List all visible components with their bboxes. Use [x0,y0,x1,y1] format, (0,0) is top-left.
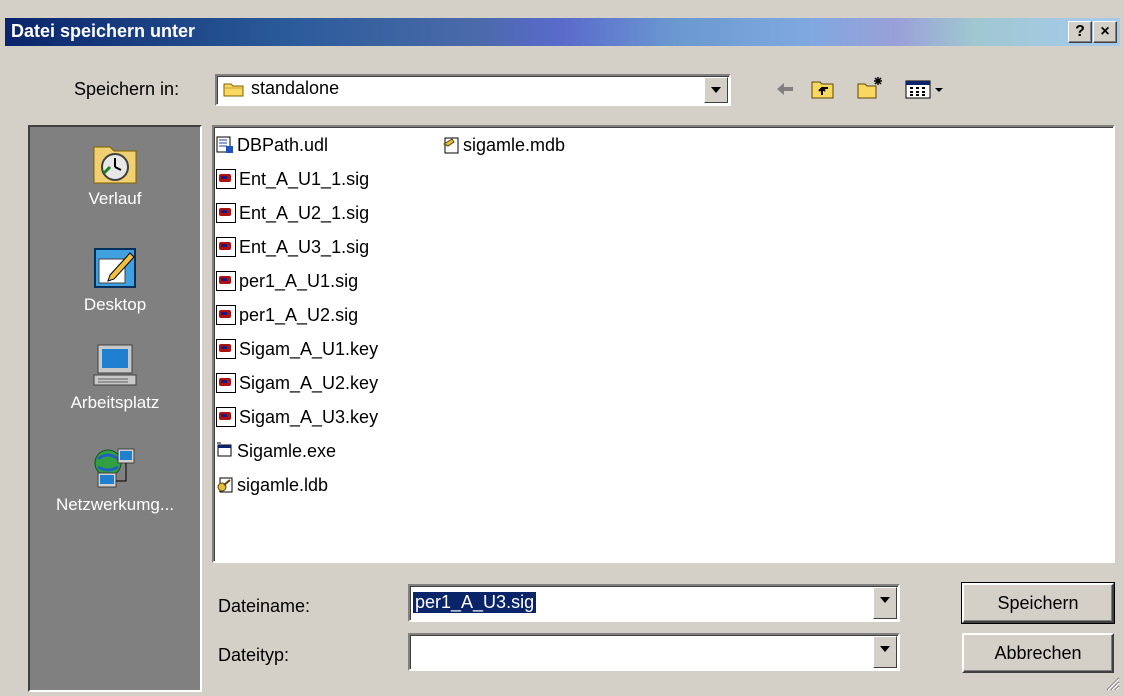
places-bar: Verlauf Desktop Arbeitsplatz Netzwerkumg… [28,125,202,692]
filetype-combo[interactable] [408,633,900,671]
list-item[interactable]: Ent_A_U2_1.sig [216,199,369,227]
mdb-file-icon [442,136,460,154]
place-label: Arbeitsplatz [70,393,160,412]
title-bar[interactable]: Datei speichern unter ? × [5,18,1120,46]
up-folder-icon[interactable] [810,78,836,100]
place-label: Netzwerkumg... [55,495,175,514]
file-name: sigamle.mdb [463,134,566,155]
sig-file-icon [216,373,236,393]
file-list[interactable]: DBPath.udl Ent_A_U1_1.sig Ent_A_U2_1.sig… [212,125,1115,563]
place-network[interactable]: Netzwerkumg... [30,445,200,515]
my-computer-icon [90,343,140,389]
sig-file-icon [216,339,236,359]
new-folder-icon[interactable] [856,76,884,100]
file-name: Sigamle.exe [237,440,337,461]
network-icon [90,445,140,491]
sig-file-icon [216,203,236,223]
file-name: DBPath.udl [237,134,329,155]
history-icon [90,139,140,185]
list-item[interactable]: Ent_A_U3_1.sig [216,233,369,261]
sig-file-icon [216,305,236,325]
cancel-button-label: Abbrechen [994,642,1082,663]
save-button[interactable]: Speichern [961,582,1115,624]
save-in-dropdown-button[interactable] [704,77,728,103]
place-history[interactable]: Verlauf [30,139,200,209]
list-item[interactable]: sigamle.mdb [442,131,565,159]
place-label: Desktop [83,295,147,314]
filename-label: Dateiname: [218,596,311,616]
filetype-label: Dateityp: [218,645,290,665]
list-item[interactable]: per1_A_U1.sig [216,267,358,295]
back-arrow-icon[interactable] [774,80,796,98]
file-name: sigamle.ldb [237,474,329,495]
file-name: Ent_A_U3_1.sig [239,236,370,257]
place-desktop[interactable]: Desktop [30,245,200,315]
list-item[interactable]: Sigam_A_U2.key [216,369,378,397]
sig-file-icon [216,169,236,189]
list-item[interactable]: sigamle.ldb [216,471,328,499]
resize-grip-icon[interactable] [1104,675,1120,691]
help-button[interactable]: ? [1068,21,1092,43]
file-name: Sigam_A_U2.key [239,372,379,393]
filename-dropdown-button[interactable] [873,587,897,619]
file-name: per1_A_U2.sig [239,304,359,325]
exe-file-icon [216,442,234,460]
ldb-file-icon [216,476,234,494]
desktop-icon [90,245,140,291]
sig-file-icon [216,237,236,257]
filename-combo[interactable]: per1_A_U3.sig [408,584,900,622]
list-item[interactable]: Sigam_A_U3.key [216,403,378,431]
save-in-value: standalone [251,78,340,98]
file-name: Ent_A_U1_1.sig [239,168,370,189]
sig-file-icon [216,407,236,427]
save-button-label: Speichern [997,592,1079,613]
list-item[interactable]: DBPath.udl [216,131,328,159]
place-label: Verlauf [88,189,142,208]
file-name: Sigam_A_U3.key [239,406,379,427]
save-as-dialog: Datei speichern unter ? × Speichern in: … [0,0,1124,695]
save-in-label: Speichern in: [74,79,180,99]
list-item[interactable]: Sigam_A_U1.key [216,335,378,363]
filename-input[interactable]: per1_A_U3.sig [413,592,537,613]
file-name: per1_A_U1.sig [239,270,359,291]
view-menu-icon[interactable] [905,78,947,100]
file-name: Ent_A_U2_1.sig [239,202,370,223]
save-in-combo[interactable]: standalone [215,74,731,106]
file-name: Sigam_A_U1.key [239,338,379,359]
cancel-button[interactable]: Abbrechen [962,633,1114,673]
sig-file-icon [216,271,236,291]
list-item[interactable]: per1_A_U2.sig [216,301,358,329]
window-title: Datei speichern unter [11,21,196,41]
place-my-computer[interactable]: Arbeitsplatz [30,343,200,413]
filetype-dropdown-button[interactable] [873,636,897,668]
list-item[interactable]: Sigamle.exe [216,437,336,465]
udl-file-icon [216,136,234,154]
list-item[interactable]: Ent_A_U1_1.sig [216,165,369,193]
close-button[interactable]: × [1093,21,1117,43]
folder-icon [223,81,245,97]
